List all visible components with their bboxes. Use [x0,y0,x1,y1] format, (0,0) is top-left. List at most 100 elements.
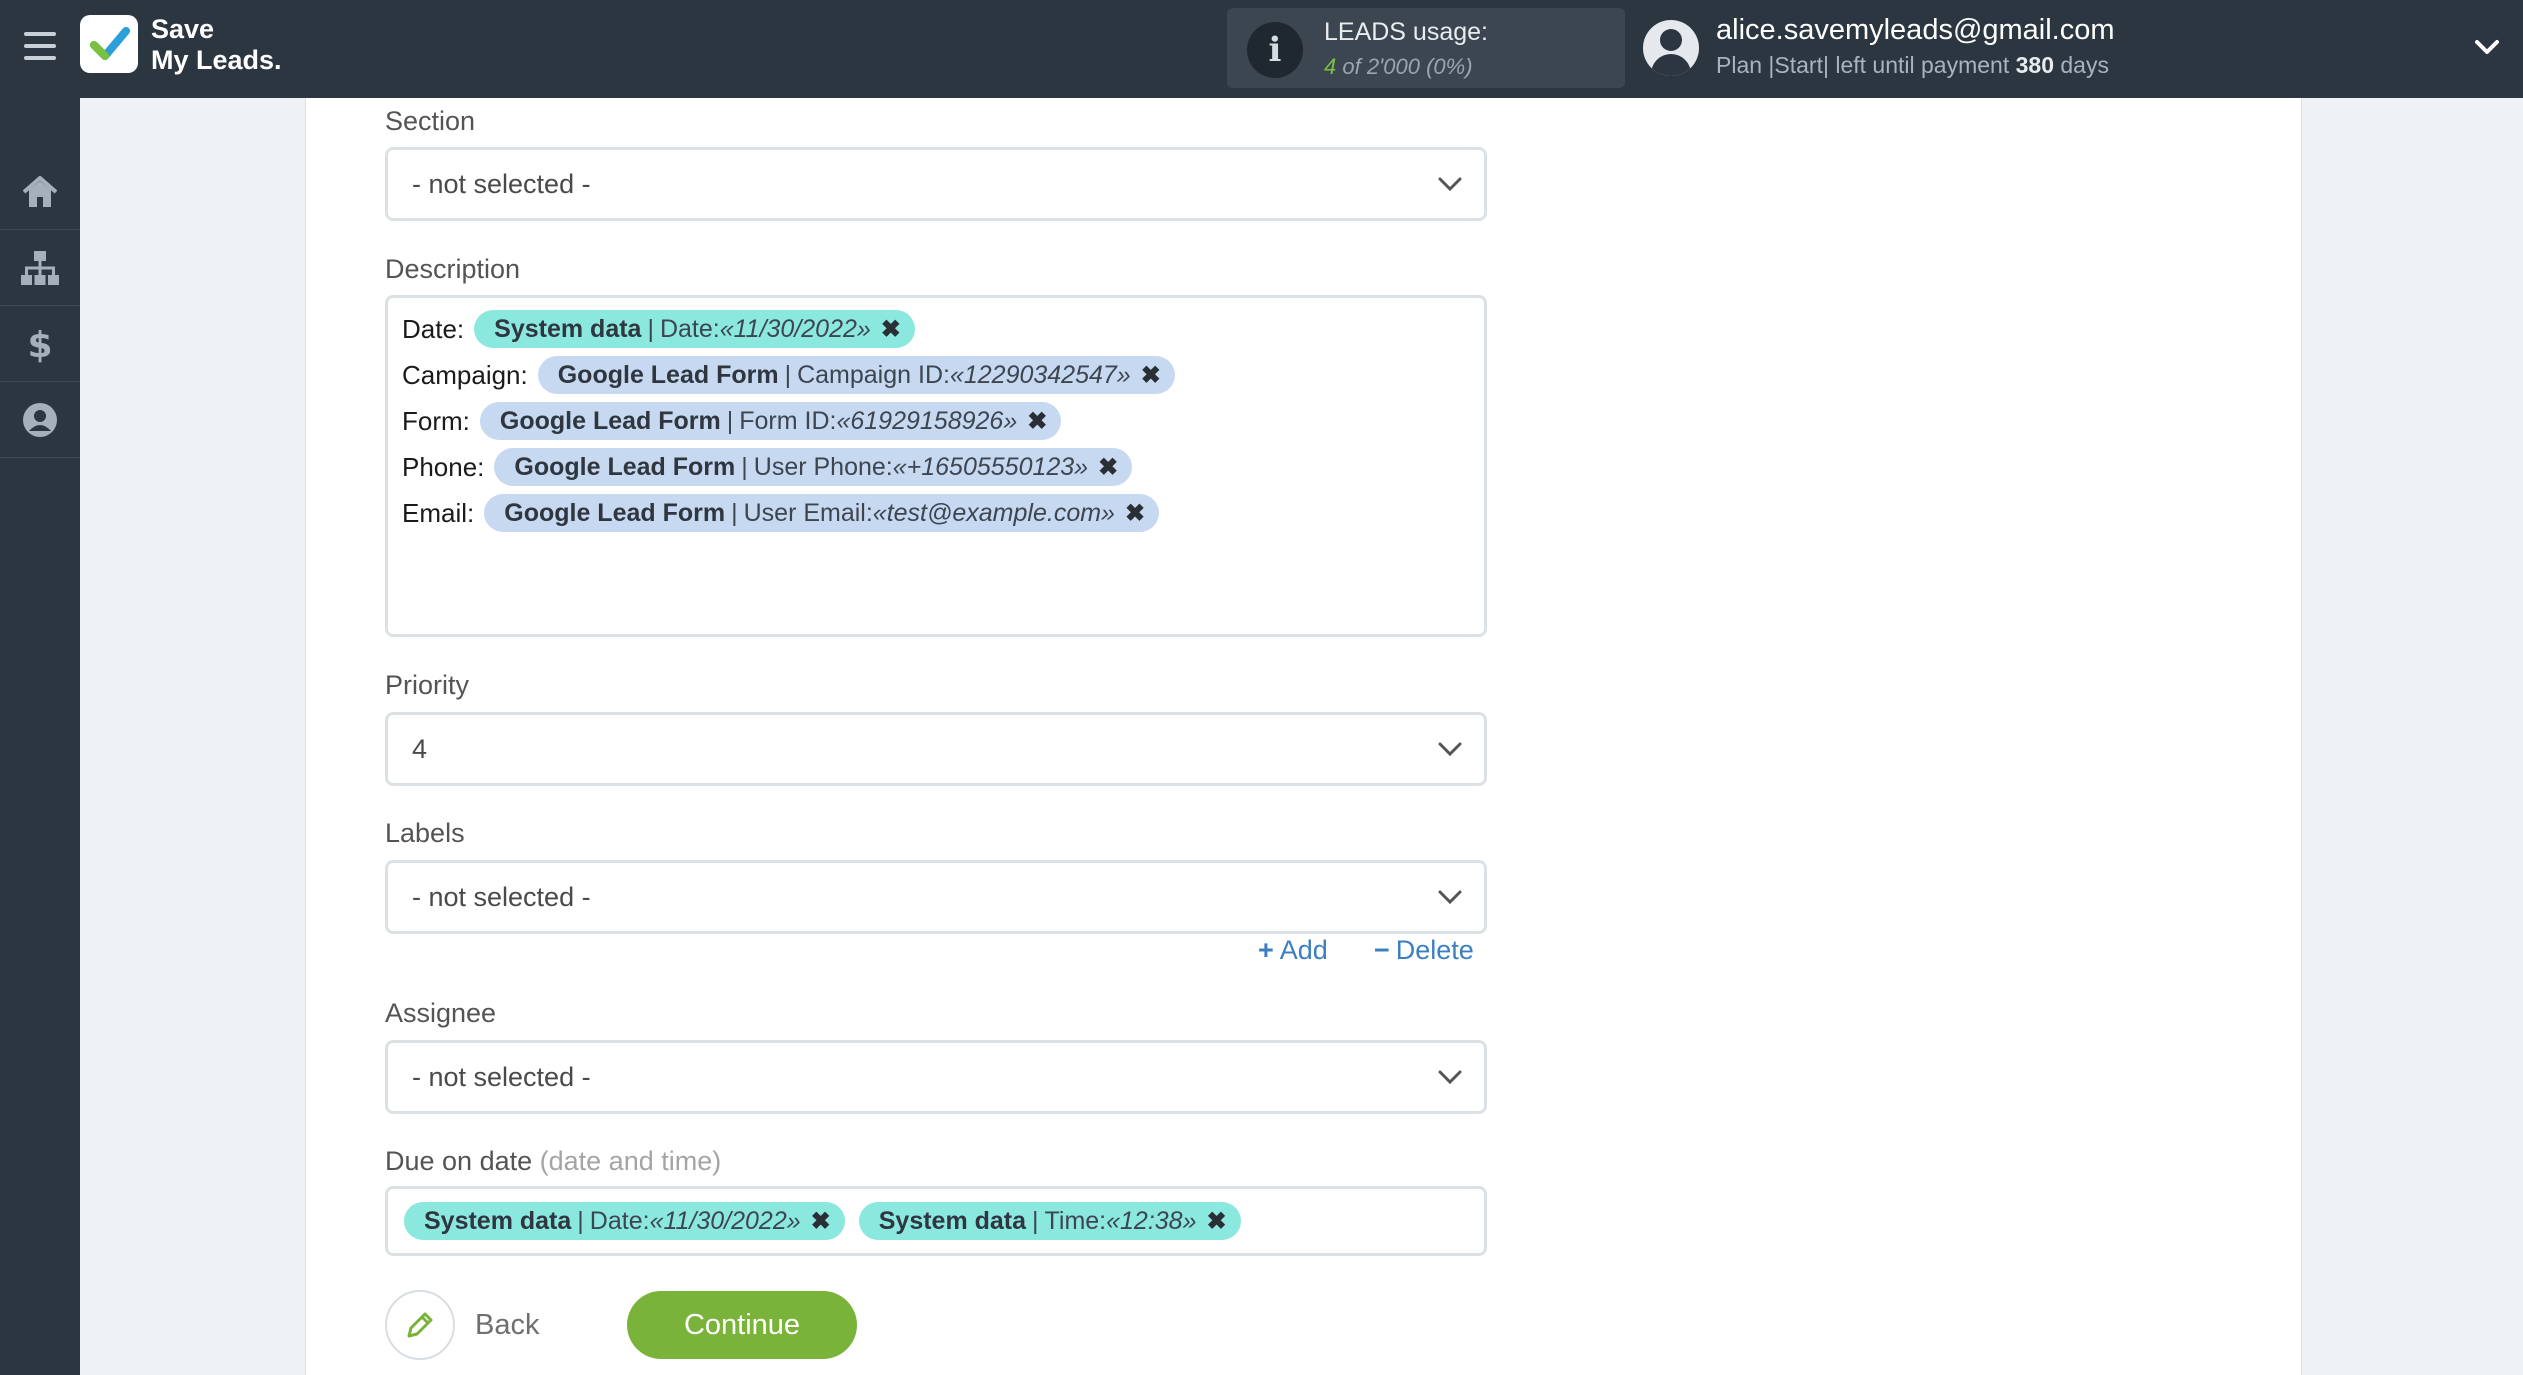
row-label: Form: [402,405,470,436]
section-label: Section [385,106,476,136]
continue-button[interactable]: Continue [627,1291,857,1359]
plan-days-suffix: days [2053,52,2109,78]
close-icon[interactable]: ✖ [1125,499,1145,528]
avatar[interactable] [1643,20,1699,76]
assignee-label: Assignee [385,998,497,1028]
due-date-field[interactable]: System data | Date: «11/30/2022» ✖ System d… [385,1186,1487,1256]
description-row: Campaign: Google Lead Form | Campaign ID: … [402,356,1175,394]
logo-icon[interactable] [80,15,138,73]
tag-value: «11/30/2022» [649,1206,801,1235]
home-icon [22,175,58,207]
tag-source: Google Lead Form [514,452,736,481]
field-tag[interactable]: Google Lead Form | User Phone: «+165055501… [494,448,1133,486]
plus-icon: + [1258,935,1274,965]
tag-value: «12290342547» [949,360,1131,389]
tag-field: Campaign ID: [797,360,950,389]
priority-label: Priority [385,670,470,700]
account-chevron-down-icon[interactable] [2472,34,2502,60]
dollar-icon: $ [27,325,52,364]
close-icon[interactable]: ✖ [1207,1207,1227,1236]
description-row: Date: System data | Date: «11/30/2022» ✖ [402,310,915,348]
add-label-link[interactable]: + Add [1258,935,1328,966]
back-button[interactable]: Back [385,1290,539,1360]
minus-icon: − [1374,935,1390,965]
delete-label-text: Delete [1395,935,1474,965]
labels-label: Labels [385,818,465,848]
description-row: Form: Google Lead Form | Form ID: «6192915… [402,402,1062,440]
tag-source: Google Lead Form [499,406,721,435]
due-date-title: Due on date [385,1146,533,1176]
tag-value: «12:38» [1106,1206,1197,1235]
close-icon[interactable]: ✖ [811,1207,831,1236]
plan-prefix: Plan |Start| left until payment [1716,52,2016,78]
usage-title: LEADS usage: [1324,18,1488,46]
tag-value: «11/30/2022» [719,314,871,343]
delete-label-link[interactable]: − Delete [1374,935,1474,966]
tag-field: Time: [1044,1206,1107,1235]
chevron-down-icon [1438,890,1462,905]
logo-text[interactable]: Save My Leads. [151,14,282,76]
add-label-text: Add [1279,935,1328,965]
row-label: Date: [402,313,465,344]
sidebar-item-home[interactable] [0,154,80,230]
section-value: - not selected - [412,169,591,199]
chevron-down-icon [1438,742,1462,757]
field-tag[interactable]: System data | Date: «11/30/2022» ✖ [404,1202,845,1240]
field-tag[interactable]: Google Lead Form | User Email: «test@examp… [484,494,1160,532]
tag-field: User Email: [743,498,873,527]
sidebar-item-billing[interactable]: $ [0,306,80,382]
tag-source: System data [494,314,642,343]
hamburger-icon[interactable] [24,32,56,60]
sitemap-icon [21,250,59,285]
section-select[interactable]: - not selected - [385,147,1487,221]
back-label: Back [475,1308,540,1341]
sidebar: $ [0,98,80,1375]
close-icon[interactable]: ✖ [1141,361,1161,390]
assignee-select[interactable]: - not selected - [385,1040,1487,1114]
labels-value: - not selected - [412,882,591,912]
tag-field: Form ID: [739,406,837,435]
tag-field: Date: [589,1206,650,1235]
usage-percent: (0%) [1419,54,1473,79]
usage-used: 4 [1324,54,1337,79]
sidebar-item-profile[interactable] [0,382,80,458]
plan-days: 380 [2015,52,2054,78]
close-icon[interactable]: ✖ [1098,453,1118,482]
labels-select[interactable]: - not selected - [385,860,1487,934]
tag-source: System data [878,1206,1027,1235]
svg-text:$: $ [27,325,52,364]
row-label: Phone: [402,451,485,482]
assignee-value: - not selected - [412,1062,591,1092]
description-row: Phone: Google Lead Form | User Phone: «+16… [402,448,1133,486]
tag-field: Date: [659,314,720,343]
plan-info: Plan |Start| left until payment 380 days [1716,52,2109,79]
logo-line-1: Save [151,14,215,44]
priority-select[interactable]: 4 [385,712,1487,786]
field-tag[interactable]: System data | Date: «11/30/2022» ✖ [474,310,915,348]
description-field[interactable]: Date: System data | Date: «11/30/2022» ✖ Ca… [385,295,1487,637]
row-label: Email: [402,497,475,528]
field-tag[interactable]: Google Lead Form | Form ID: «61929158926» ✖ [479,402,1062,440]
due-date-label: Due on date (date and time) [385,1146,721,1177]
info-icon: i [1247,22,1303,78]
description-label: Description [385,254,521,284]
leads-usage-panel: i LEADS usage: 4 of 2'000 (0%) [1227,8,1625,88]
row-label: Campaign: [402,359,528,390]
due-date-hint: (date and time) [539,1146,722,1176]
tag-value: «61929158926» [836,406,1018,435]
top-bar: Save My Leads. i LEADS usage: 4 of 2'000… [0,0,2523,98]
tag-source: Google Lead Form [557,360,779,389]
priority-value: 4 [412,734,428,764]
field-tag[interactable]: System data | Time: «12:38» ✖ [858,1202,1241,1240]
tag-source: Google Lead Form [504,498,726,527]
sidebar-item-integrations[interactable] [0,230,80,306]
account-email[interactable]: alice.savemyleads@gmail.com [1716,14,2115,47]
usage-value: 4 of 2'000 (0%) [1324,54,1473,80]
pencil-icon [385,1290,455,1360]
description-row: Email: Google Lead Form | User Email: «tes… [402,494,1160,532]
tag-value: «test@example.com» [872,498,1115,527]
chevron-down-icon [1438,177,1462,192]
close-icon[interactable]: ✖ [881,315,901,344]
close-icon[interactable]: ✖ [1027,407,1047,436]
field-tag[interactable]: Google Lead Form | Campaign ID: «122903425… [537,356,1175,394]
